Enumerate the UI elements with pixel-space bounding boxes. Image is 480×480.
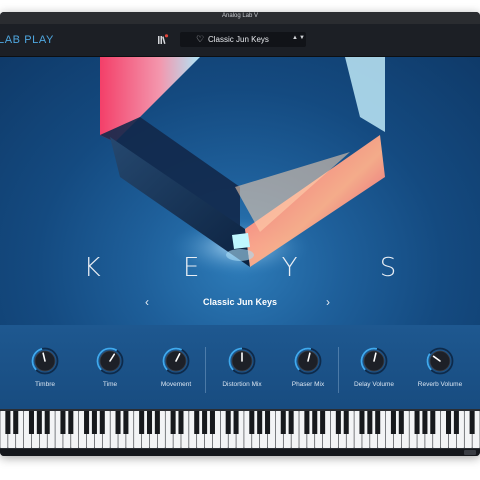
title-bar: Analog Lab V <box>0 12 480 24</box>
knob-label: Delay Volume <box>353 381 395 388</box>
knob-label: Phaser Mix <box>291 381 325 388</box>
app-window: Analog Lab V LAB PLAY ♡ Classic Jun Keys… <box>0 12 480 456</box>
prism-artwork <box>100 57 385 277</box>
black-key[interactable] <box>422 411 428 434</box>
knob-label: Timbre <box>35 381 55 388</box>
knob-label: Reverb Volume <box>417 381 463 388</box>
black-key[interactable] <box>312 411 318 434</box>
black-key[interactable] <box>13 411 19 434</box>
black-key[interactable] <box>194 411 200 434</box>
black-key[interactable] <box>414 411 420 434</box>
black-key[interactable] <box>123 411 129 434</box>
app-brand[interactable]: LAB PLAY <box>0 34 54 46</box>
resize-button[interactable] <box>464 450 476 455</box>
knob-dial[interactable] <box>228 347 256 375</box>
black-key[interactable] <box>367 411 373 434</box>
black-key[interactable] <box>469 411 475 434</box>
black-key[interactable] <box>446 411 452 434</box>
black-key[interactable] <box>84 411 90 434</box>
hero-artwork: K E Y S ‹ Classic Jun Keys › <box>0 57 480 325</box>
top-toolbar: LAB PLAY ♡ Classic Jun Keys ▲▼ <box>0 24 480 57</box>
black-key[interactable] <box>146 411 153 434</box>
black-key[interactable] <box>304 411 310 434</box>
knob-label: Distortion Mix <box>222 381 262 388</box>
group-divider <box>205 347 206 393</box>
black-key[interactable] <box>68 411 74 434</box>
black-key[interactable] <box>375 411 381 434</box>
knob-dial[interactable] <box>162 347 190 375</box>
black-key[interactable] <box>36 411 42 434</box>
hero-preset-name: Classic Jun Keys <box>202 297 278 307</box>
black-key[interactable] <box>359 411 365 434</box>
black-key[interactable] <box>335 411 341 434</box>
black-key[interactable] <box>430 411 436 434</box>
knob-dial[interactable] <box>426 347 454 375</box>
black-key[interactable] <box>453 411 459 434</box>
next-preset-button[interactable]: › <box>326 295 330 309</box>
black-key[interactable] <box>249 411 255 434</box>
black-key[interactable] <box>288 411 294 434</box>
black-key[interactable] <box>390 411 396 434</box>
window-title: Analog Lab V <box>221 13 259 19</box>
knob-dial[interactable] <box>294 347 322 375</box>
black-key[interactable] <box>209 411 215 434</box>
black-key[interactable] <box>44 411 50 434</box>
black-key[interactable] <box>280 411 286 434</box>
black-key[interactable] <box>60 411 66 434</box>
piano-keyboard[interactable] <box>0 409 480 449</box>
preset-arrows[interactable]: ▲▼ <box>292 35 306 41</box>
preset-name: Classic Jun Keys <box>208 35 269 44</box>
black-key[interactable] <box>257 411 263 434</box>
black-key[interactable] <box>178 411 184 434</box>
macro-controls: Timbre Time Movement Distortion Mix Phaser M… <box>0 325 480 409</box>
knob-dial[interactable] <box>31 347 59 375</box>
black-key[interactable] <box>202 411 208 434</box>
heart-icon[interactable]: ♡ <box>196 34 204 45</box>
black-key[interactable] <box>225 411 231 434</box>
knob-dial[interactable] <box>360 347 388 375</box>
knob-label: Movement <box>160 381 192 388</box>
preset-selector[interactable]: ♡ Classic Jun Keys ▲▼ <box>180 32 306 47</box>
group-divider <box>338 347 339 393</box>
black-key[interactable] <box>99 411 105 434</box>
instrument-title: K E Y S <box>83 253 434 283</box>
black-key[interactable] <box>28 411 34 434</box>
status-bar <box>0 449 480 456</box>
black-key[interactable] <box>343 411 349 434</box>
black-key[interactable] <box>115 411 121 434</box>
black-key[interactable] <box>139 411 145 434</box>
black-key[interactable] <box>154 411 160 434</box>
black-key[interactable] <box>265 411 271 434</box>
library-icon[interactable] <box>157 34 169 46</box>
black-key[interactable] <box>5 411 11 434</box>
black-key[interactable] <box>233 411 239 434</box>
knob-dial[interactable] <box>96 347 124 375</box>
black-key[interactable] <box>398 411 404 434</box>
black-key[interactable] <box>320 411 326 434</box>
black-key[interactable] <box>91 411 97 434</box>
black-key[interactable] <box>170 411 176 434</box>
knob-label: Time <box>102 381 118 388</box>
